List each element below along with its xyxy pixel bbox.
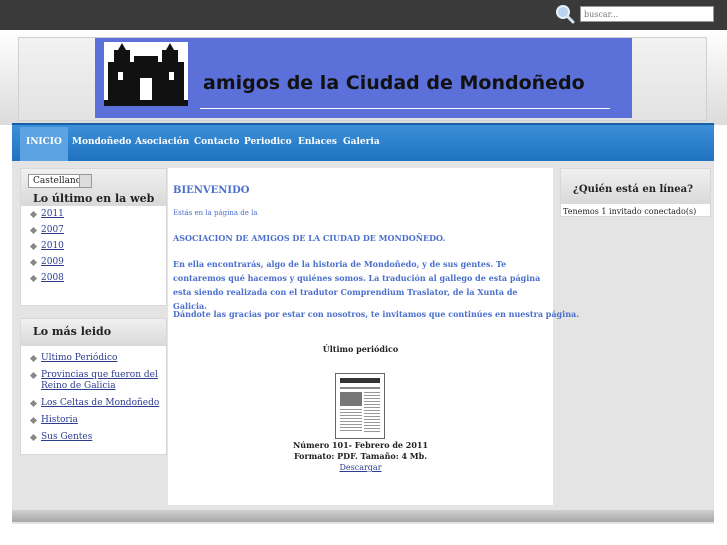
search-input[interactable] <box>580 6 714 22</box>
latest-box: Lo último en la web 2011 2007 2010 2009 … <box>20 168 167 306</box>
body-text: En ella encontrarás, algo de la historia… <box>173 259 541 311</box>
latest-item[interactable]: 2008 <box>29 273 166 284</box>
last-issue-title: Último periódico <box>322 344 399 354</box>
chevron-down-icon[interactable] <box>79 175 91 187</box>
association-name: ASOCIACION DE AMIGOS DE LA CIUDAD DE MON… <box>173 233 446 243</box>
title-underline <box>200 108 610 109</box>
issue-info: Número 101- Febrero de 2011 Formato: PDF… <box>168 440 553 462</box>
nav-item-asociacion[interactable]: Asociación <box>129 127 195 161</box>
online-title: ¿Quién está en línea? <box>561 169 710 204</box>
online-box: ¿Quién está en línea? Tenemos 1 invitado… <box>560 168 711 217</box>
download-link[interactable]: Descargar <box>168 463 553 472</box>
latest-item[interactable]: 2010 <box>29 241 166 252</box>
site-title: amigos de la Ciudad de Mondoñedo <box>203 72 585 94</box>
welcome-heading: BIENVENIDO <box>173 185 250 196</box>
most-read-item[interactable]: Provincias que fueron del Reino de Galic… <box>29 370 166 392</box>
cathedral-logo <box>104 42 188 106</box>
most-read-item[interactable]: Ultimo Periódico <box>29 353 166 364</box>
latest-item[interactable]: 2007 <box>29 225 166 236</box>
main-nav: INICIO Mondoñedo Asociación Contacto Per… <box>12 123 714 161</box>
nav-item-galeria[interactable]: Galeria <box>337 127 386 161</box>
search-icon[interactable] <box>555 4 575 24</box>
most-read-box: Lo más leido Ultimo Periódico Provincias… <box>20 318 167 455</box>
latest-item[interactable]: 2011 <box>29 209 166 220</box>
latest-item[interactable]: 2009 <box>29 257 166 268</box>
nav-item-periodico[interactable]: Periodico <box>238 127 298 161</box>
thanks-text: Dándote las gracias por estar con nosotr… <box>173 309 579 319</box>
nav-item-contacto[interactable]: Contacto <box>188 127 245 161</box>
issue-number: Número 101- Febrero de 2011 <box>292 440 429 450</box>
most-read-item[interactable]: Historia <box>29 415 166 426</box>
language-select[interactable]: Castellano <box>28 174 92 188</box>
nav-item-inicio[interactable]: INICIO <box>20 127 68 161</box>
nav-item-mondonedo[interactable]: Mondoñedo <box>66 127 137 161</box>
most-read-item[interactable]: Los Celtas de Mondoñedo <box>29 398 166 409</box>
nav-item-enlaces[interactable]: Enlaces <box>292 127 343 161</box>
issue-format: Formato: PDF. Tamaño: 4 Mb. <box>293 451 428 461</box>
online-text: Tenemos 1 invitado conectado(s) <box>563 207 697 216</box>
newspaper-thumbnail[interactable] <box>335 373 385 439</box>
most-read-item[interactable]: Sus Gentes <box>29 432 166 443</box>
most-read-title: Lo más leido <box>21 319 166 346</box>
language-selected: Castellano <box>33 176 82 186</box>
footer-strip <box>12 510 714 522</box>
intro-text: Estás en la página de la <box>173 209 258 217</box>
